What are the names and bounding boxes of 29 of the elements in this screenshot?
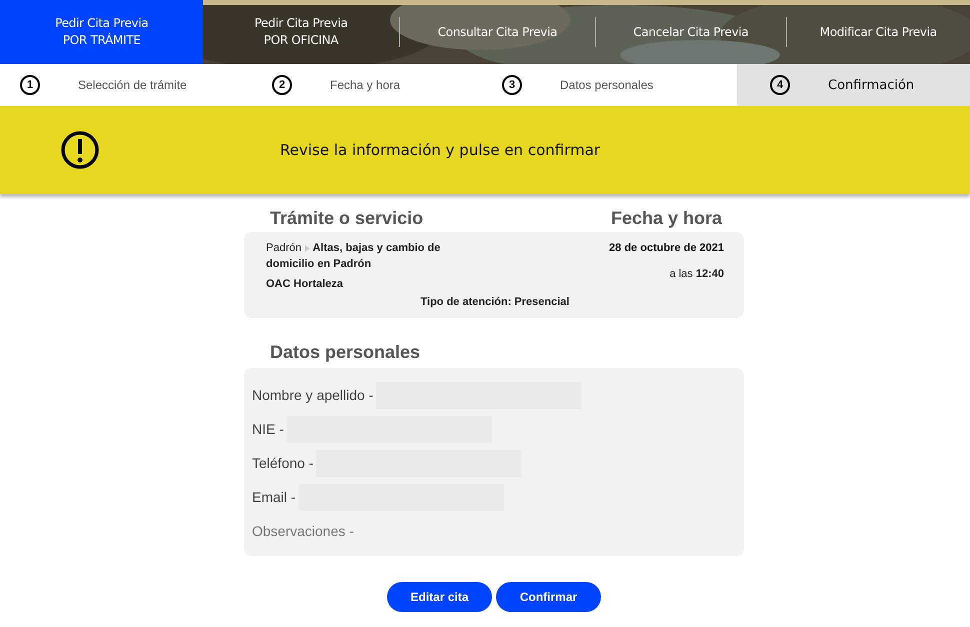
section-heading: Datos personales [270,342,420,362]
step-number: 2 [272,75,292,95]
section-heading: Fecha y hora [610,208,722,228]
service-text: Padrón Altas, bajas y cambio de domicilio en Padrón [266,241,442,272]
section-heading: Trámite o servicio [270,208,424,228]
step-label: Selección de trámite [78,78,187,92]
appointment-date: 28 de octubre de 2021 [609,242,724,254]
field-label: Email - [252,489,296,505]
edit-button[interactable]: Editar cita [387,582,492,612]
field-label: Observaciones - [252,523,354,539]
step-number: 1 [20,75,40,95]
step-label: Fecha y hora [330,78,400,92]
step-label: Datos personales [560,78,654,92]
nav-tab[interactable]: Consultar Cita Previa [400,0,596,64]
field-label: NIE - [252,421,284,437]
confirm-button[interactable]: Confirmar [496,582,601,612]
alert-message: Revise la información y pulse en confirmar [280,141,600,159]
step-number: 3 [502,75,522,95]
nav-tab[interactable]: Pedir Cita Previa POR TRÁMITE [0,0,204,64]
step-number: 4 [770,75,790,95]
triangle-icon [304,244,310,252]
field-label: Teléfono - [252,455,314,471]
attention-type: Tipo de atención: Presencial [420,296,570,308]
exclamation-icon [60,130,100,170]
office-name: OAC Hortaleza [266,278,344,290]
step-label: Confirmación [828,78,914,92]
nav-tab[interactable]: Cancelar Cita Previa [596,0,786,64]
field-label: Nombre y apellido - [252,387,374,403]
appointment-time: a las 12:40 [670,268,724,280]
